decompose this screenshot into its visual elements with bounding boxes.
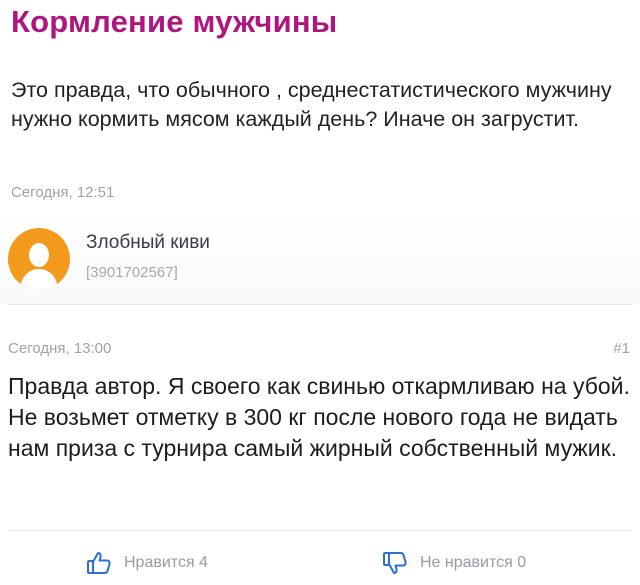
topic-title: Кормление мужчины	[11, 4, 338, 39]
like-label: Нравится 4	[124, 554, 208, 571]
dislike-button[interactable]: Не нравится 0	[382, 548, 526, 578]
dislike-label: Не нравится 0	[420, 554, 527, 571]
thumbs-up-icon	[86, 550, 112, 576]
answer-number: #1	[613, 340, 630, 357]
question-text: Это правда, что обычного , среднестатист…	[11, 78, 612, 131]
answer-text: Правда автор. Я своего как свинью откарм…	[8, 373, 630, 461]
answer-timestamp: Сегодня, 13:00	[8, 340, 112, 357]
author-block: Злобный киви [3901702567]	[0, 212, 640, 304]
thumbs-down-icon	[382, 550, 408, 576]
like-button[interactable]: Нравится 4	[86, 548, 208, 578]
user-silhouette-icon	[20, 243, 58, 290]
author-name[interactable]: Злобный киви	[86, 232, 210, 254]
question-timestamp: Сегодня, 12:51	[11, 184, 115, 201]
divider	[8, 304, 632, 305]
avatar[interactable]	[8, 228, 70, 290]
author-id: [3901702567]	[86, 264, 178, 281]
divider	[8, 530, 632, 531]
